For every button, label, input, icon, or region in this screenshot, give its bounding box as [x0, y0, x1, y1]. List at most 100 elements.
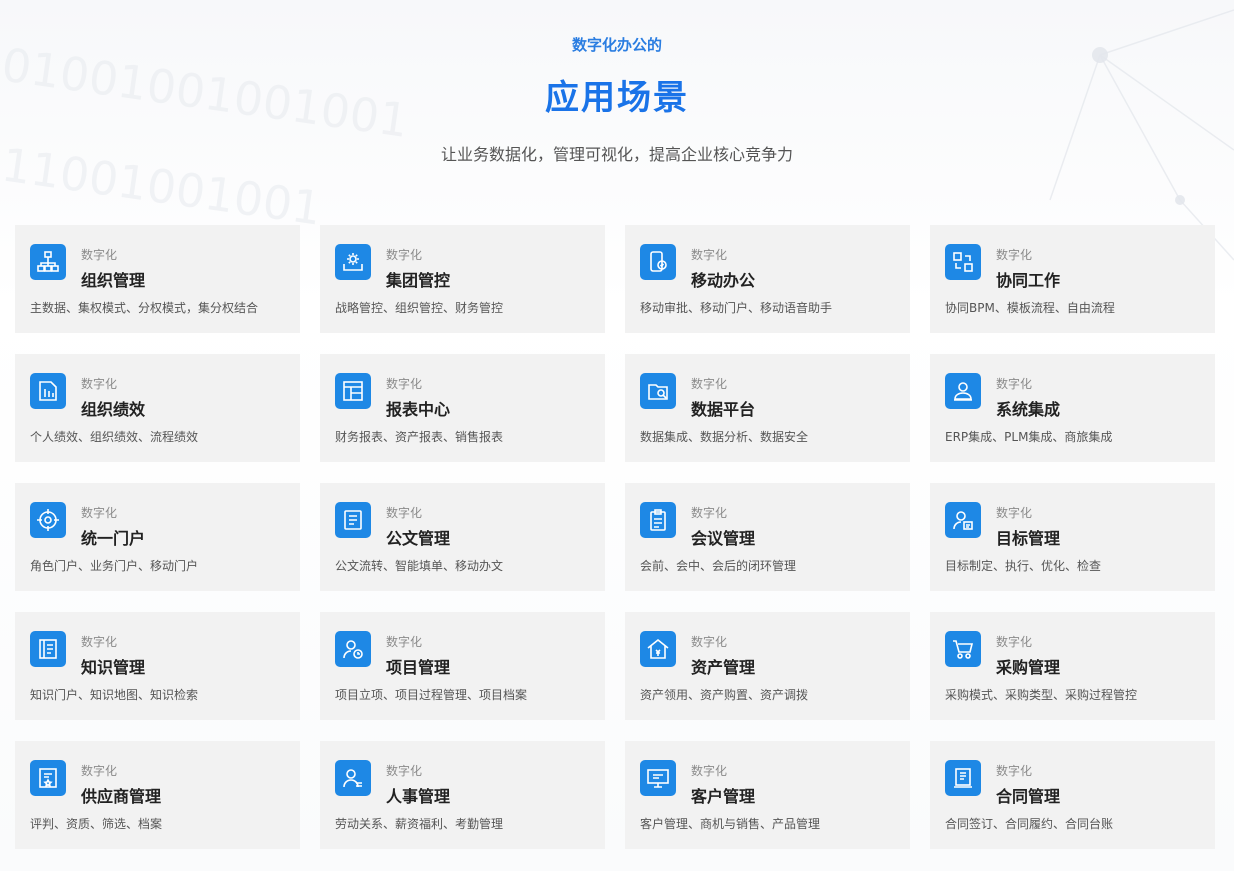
card-contract-management[interactable]: 数字化 合同管理 合同签订、合同履约、合同台账: [930, 741, 1215, 849]
card-title: 知识管理: [81, 658, 146, 677]
card-description: 角色门户、业务门户、移动门户: [30, 559, 199, 573]
card-title: 合同管理: [996, 787, 1061, 806]
document-icon: [335, 502, 371, 538]
report-icon: [335, 373, 371, 409]
mobile-icon: [640, 244, 676, 280]
card-tag: 数字化: [996, 506, 1033, 520]
card-tag: 数字化: [81, 248, 118, 262]
card-tag: 数字化: [386, 248, 423, 262]
card-description: 评判、资质、筛选、档案: [30, 817, 163, 831]
contract-icon: [945, 760, 981, 796]
card-title: 统一门户: [81, 529, 146, 548]
card-description: 知识门户、知识地图、知识检索: [30, 688, 199, 702]
card-title: 移动办公: [691, 271, 756, 290]
card-meeting-management[interactable]: 数字化 会议管理 会前、会中、会后的闭环管理: [625, 483, 910, 591]
card-tag: 数字化: [81, 635, 118, 649]
card-description: 个人绩效、组织绩效、流程绩效: [30, 430, 199, 444]
card-collaboration[interactable]: 数字化 协同工作 协同BPM、模板流程、自由流程: [930, 225, 1215, 333]
card-project-management[interactable]: 数字化 项目管理 项目立项、项目过程管理、项目档案: [320, 612, 605, 720]
clipboard-icon: [640, 502, 676, 538]
card-tag: 数字化: [386, 506, 423, 520]
card-tag: 数字化: [996, 635, 1033, 649]
card-tag: 数字化: [691, 635, 728, 649]
page-subtitle: 让业务数据化，管理可视化，提高企业核心竞争力: [440, 145, 793, 164]
card-tag: 数字化: [691, 248, 728, 262]
card-description: 劳动关系、薪资福利、考勤管理: [335, 817, 504, 831]
card-data-platform[interactable]: 数字化 数据平台 数据集成、数据分析、数据安全: [625, 354, 910, 462]
card-description: 数据集成、数据分析、数据安全: [640, 430, 809, 444]
card-description: 目标制定、执行、优化、检查: [945, 559, 1102, 573]
card-description: 移动审批、移动门户、移动语音助手: [640, 301, 833, 315]
card-report-center[interactable]: 数字化 报表中心 财务报表、资产报表、销售报表: [320, 354, 605, 462]
cart-icon: [945, 631, 981, 667]
card-title: 人事管理: [386, 787, 451, 806]
card-description: ERP集成、PLM集成、商旅集成: [945, 430, 1113, 444]
card-hr-management[interactable]: 数字化 人事管理 劳动关系、薪资福利、考勤管理: [320, 741, 605, 849]
card-org-management[interactable]: 数字化 组织管理 主数据、集权模式、分权模式，集分权结合: [15, 225, 300, 333]
card-description: 资产领用、资产购置、资产调拨: [640, 688, 809, 702]
data-folder-icon: [640, 373, 676, 409]
card-unified-portal[interactable]: 数字化 统一门户 角色门户、业务门户、移动门户: [15, 483, 300, 591]
org-chart-icon: [30, 244, 66, 280]
card-tag: 数字化: [81, 377, 118, 391]
card-group-control[interactable]: 数字化 集团管控 战略管控、组织管控、财务管控: [320, 225, 605, 333]
section-kicker: 数字化办公的: [571, 36, 662, 54]
card-mobile-office[interactable]: 数字化 移动办公 移动审批、移动门户、移动语音助手: [625, 225, 910, 333]
card-description: 合同签订、合同履约、合同台账: [945, 817, 1114, 831]
card-title: 组织绩效: [81, 400, 146, 419]
card-title: 资产管理: [691, 658, 756, 677]
card-title: 报表中心: [386, 400, 451, 419]
card-title: 系统集成: [996, 400, 1061, 419]
card-description: 战略管控、组织管控、财务管控: [335, 301, 504, 315]
card-org-performance[interactable]: 数字化 组织绩效 个人绩效、组织绩效、流程绩效: [15, 354, 300, 462]
card-title: 会议管理: [691, 529, 756, 548]
card-description: 协同BPM、模板流程、自由流程: [945, 301, 1115, 315]
card-tag: 数字化: [996, 377, 1033, 391]
card-knowledge-management[interactable]: 数字化 知识管理 知识门户、知识地图、知识检索: [15, 612, 300, 720]
card-title: 集团管控: [386, 271, 451, 290]
flow-icon: [945, 244, 981, 280]
card-description: 客户管理、商机与销售、产品管理: [640, 817, 821, 831]
person-icon: [335, 760, 371, 796]
asset-house-icon: [640, 631, 676, 667]
card-description: 主数据、集权模式、分权模式，集分权结合: [30, 301, 259, 315]
card-title: 客户管理: [691, 787, 756, 806]
book-icon: [30, 631, 66, 667]
card-document-management[interactable]: 数字化 公文管理 公文流转、智能填单、移动办文: [320, 483, 605, 591]
card-title: 组织管理: [81, 271, 146, 290]
card-tag: 数字化: [691, 764, 728, 778]
card-title: 供应商管理: [81, 787, 162, 806]
card-tag: 数字化: [996, 764, 1033, 778]
card-title: 数据平台: [691, 400, 756, 419]
card-tag: 数字化: [386, 377, 423, 391]
card-tag: 数字化: [81, 764, 118, 778]
card-description: 采购模式、采购类型、采购过程管控: [945, 688, 1138, 702]
card-asset-management[interactable]: 数字化 资产管理 资产领用、资产购置、资产调拨: [625, 612, 910, 720]
card-tag: 数字化: [691, 377, 728, 391]
user-card-icon: [945, 502, 981, 538]
card-title: 公文管理: [386, 529, 451, 548]
monitor-icon: [640, 760, 676, 796]
target-icon: [30, 502, 66, 538]
card-goal-management[interactable]: 数字化 目标管理 目标制定、执行、优化、检查: [930, 483, 1215, 591]
project-icon: [335, 631, 371, 667]
card-description: 项目立项、项目过程管理、项目档案: [335, 688, 528, 702]
card-title: 采购管理: [996, 658, 1061, 677]
card-customer-management[interactable]: 数字化 客户管理 客户管理、商机与销售、产品管理: [625, 741, 910, 849]
integration-icon: [945, 373, 981, 409]
card-description: 财务报表、资产报表、销售报表: [335, 430, 504, 444]
card-system-integration[interactable]: 数字化 系统集成 ERP集成、PLM集成、商旅集成: [930, 354, 1215, 462]
card-title: 协同工作: [996, 271, 1061, 290]
card-tag: 数字化: [691, 506, 728, 520]
page-title: 应用场景: [545, 78, 689, 118]
card-procurement-management[interactable]: 数字化 采购管理 采购模式、采购类型、采购过程管控: [930, 612, 1215, 720]
card-description: 会前、会中、会后的闭环管理: [640, 559, 797, 573]
card-tag: 数字化: [386, 764, 423, 778]
performance-doc-icon: [30, 373, 66, 409]
certificate-icon: [30, 760, 66, 796]
card-tag: 数字化: [996, 248, 1033, 262]
card-tag: 数字化: [81, 506, 118, 520]
card-description: 公文流转、智能填单、移动办文: [335, 559, 504, 573]
card-title: 目标管理: [996, 529, 1061, 548]
card-supplier-management[interactable]: 数字化 供应商管理 评判、资质、筛选、档案: [15, 741, 300, 849]
